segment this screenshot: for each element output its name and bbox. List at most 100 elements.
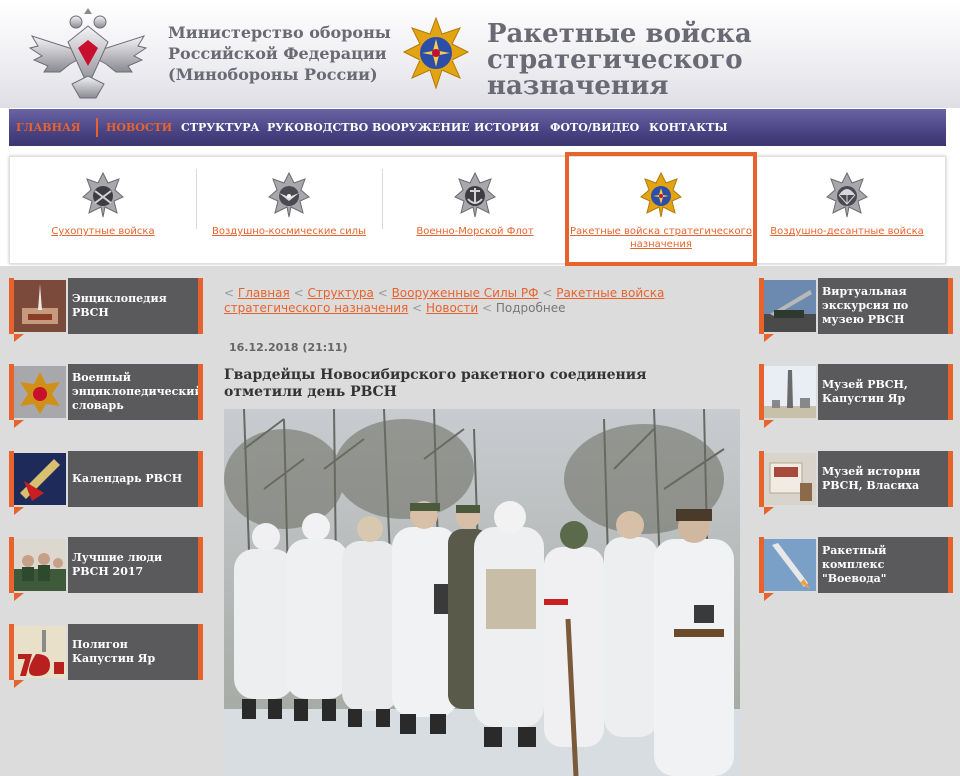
tile-voevoda[interactable]: Ракетный комплекс "Воевода": [759, 537, 953, 601]
site-header: Министерство обороны Российской Федераци…: [0, 0, 960, 108]
nav-item-leadership[interactable]: РУКОВОДСТВО: [267, 109, 368, 146]
branch-label[interactable]: Военно-Морской Флот: [382, 225, 568, 238]
airborne-forces-emblem-icon: [826, 171, 868, 218]
tile-accent: [948, 278, 953, 334]
breadcrumb-separator: <: [542, 286, 553, 300]
tile-tail: [14, 334, 24, 342]
tile-body: Полигон Капустин Яр: [68, 624, 203, 680]
nav-item-home[interactable]: ГЛАВНАЯ: [16, 109, 81, 146]
tile-accent: [198, 624, 203, 680]
breadcrumb-link-structure[interactable]: Структура: [307, 286, 373, 300]
encyclopedia-thumbnail: [14, 280, 66, 332]
tile-tail: [764, 420, 774, 428]
ground-forces-emblem-icon: [82, 171, 124, 218]
voevoda-missile-thumbnail: [764, 539, 816, 591]
tile-label: Виртуальная экскурсия по музею РВСН: [822, 285, 909, 326]
tile-label: Военный энциклопедический словарь: [72, 371, 203, 412]
breadcrumb-separator: <: [293, 286, 304, 300]
branch-title-line-3: назначения: [487, 71, 669, 101]
breadcrumb-separator: <: [482, 301, 493, 315]
nav-item-history[interactable]: ИСТОРИЯ: [474, 109, 539, 146]
tile-label: Музей РВСН, Капустин Яр: [822, 378, 908, 405]
virtual-tour-thumbnail: [764, 280, 816, 332]
branch-title-line-1: Ракетные войска: [487, 19, 752, 49]
breadcrumb-separator: <: [412, 301, 423, 315]
nav-item-photo-video[interactable]: ФОТО/ВИДЕО: [550, 109, 639, 146]
branch-rvsn[interactable]: Ракетные войска стратегического назначен…: [568, 157, 754, 263]
ministry-of-defence-eagle-icon[interactable]: [26, 6, 150, 102]
soldiers-in-winter-camouflage-photo: [224, 409, 740, 776]
tile-tail: [14, 593, 24, 601]
branch-airborne-forces[interactable]: Воздушно-десантные войска: [754, 157, 940, 263]
branch-title: Ракетные войска стратегического назначен…: [487, 21, 752, 99]
tile-label: Полигон Капустин Яр: [72, 638, 156, 665]
tile-label: Музей истории РВСН, Власиха: [822, 465, 921, 492]
nav-item-armament[interactable]: ВООРУЖЕНИЕ: [372, 109, 470, 146]
tile-tail: [764, 334, 774, 342]
tile-label: Лучшие люди РВСН 2017: [72, 551, 163, 578]
ministry-line-3: (Минобороны России): [168, 65, 378, 84]
branch-label[interactable]: Сухопутные войска: [10, 225, 196, 238]
tile-kapustin-yar[interactable]: Полигон Капустин Яр: [9, 624, 203, 688]
tile-accent: [198, 451, 203, 507]
navy-emblem-icon: [454, 171, 496, 218]
tile-museum-kapustin-yar[interactable]: Музей РВСН, Капустин Яр: [759, 364, 953, 428]
breadcrumb-link-home[interactable]: Главная: [238, 286, 290, 300]
breadcrumb-separator: <: [377, 286, 388, 300]
tile-accent: [198, 278, 203, 334]
tile-tail: [14, 507, 24, 515]
breadcrumb-current: Подробнее: [495, 301, 566, 315]
tile-accent: [198, 537, 203, 593]
branch-label[interactable]: Воздушно-космические силы: [196, 225, 382, 238]
kapustin-yar-70-thumbnail: [14, 626, 66, 678]
tile-accent: [948, 451, 953, 507]
tile-military-dictionary[interactable]: Военный энциклопедический словарь: [9, 364, 203, 428]
article-title: Гвардейцы Новосибирского ракетного соеди…: [224, 367, 647, 400]
tile-body: Лучшие люди РВСН 2017: [68, 537, 203, 593]
ministry-line-1: Министерство обороны: [168, 23, 391, 42]
tile-body: Ракетный комплекс "Воевода": [818, 537, 953, 593]
branch-aerospace-forces[interactable]: Воздушно-космические силы: [196, 157, 382, 263]
tile-body: Календарь РВСН: [68, 451, 203, 507]
tile-virtual-tour[interactable]: Виртуальная экскурсия по музею РВСН: [759, 278, 953, 342]
dictionary-thumbnail: [14, 366, 66, 418]
rvsn-emblem-icon[interactable]: [402, 16, 470, 90]
main-navigation: ГЛАВНАЯ НОВОСТИ СТРУКТУРА РУКОВОДСТВО ВО…: [9, 109, 946, 146]
breadcrumb-link-armed-forces[interactable]: Вооруженные Силы РФ: [392, 286, 539, 300]
branch-label[interactable]: Ракетные войска стратегического назначен…: [568, 225, 754, 251]
tile-label: Энциклопедия РВСН: [72, 292, 167, 319]
tile-body: Музей РВСН, Капустин Яр: [818, 364, 953, 420]
tile-label: Ракетный комплекс "Воевода": [822, 544, 887, 585]
ministry-title: Министерство обороны Российской Федераци…: [168, 22, 391, 85]
museum-vlasikha-thumbnail: [764, 453, 816, 505]
nav-item-news[interactable]: НОВОСТИ: [106, 109, 172, 146]
tile-tail: [764, 507, 774, 515]
branch-ground-forces[interactable]: Сухопутные войска: [10, 157, 196, 263]
branch-label[interactable]: Воздушно-десантные войска: [754, 225, 940, 238]
nav-separator: [96, 118, 98, 137]
tile-body: Энциклопедия РВСН: [68, 278, 203, 334]
tile-tail: [14, 680, 24, 688]
tile-body: Виртуальная экскурсия по музею РВСН: [818, 278, 953, 334]
tile-encyclopedia[interactable]: Энциклопедия РВСН: [9, 278, 203, 342]
branch-navy[interactable]: Военно-Морской Флот: [382, 157, 568, 263]
nav-item-structure[interactable]: СТРУКТУРА: [181, 109, 260, 146]
tile-museum-vlasikha[interactable]: Музей истории РВСН, Власиха: [759, 451, 953, 515]
breadcrumb-separator: <: [224, 286, 235, 300]
tile-tail: [14, 420, 24, 428]
tile-tail: [764, 593, 774, 601]
tile-accent: [948, 364, 953, 420]
armed-forces-branches: Сухопутные войска Воздушно-космические с…: [9, 156, 946, 264]
aerospace-forces-emblem-icon: [268, 171, 310, 218]
tile-label: Календарь РВСН: [72, 472, 183, 485]
tile-body: Военный энциклопедический словарь: [68, 364, 203, 420]
article-date: 16.12.2018 (21:11): [229, 341, 348, 354]
tile-calendar[interactable]: Календарь РВСН: [9, 451, 203, 515]
museum-kapustin-yar-thumbnail: [764, 366, 816, 418]
tile-best-people[interactable]: Лучшие люди РВСН 2017: [9, 537, 203, 601]
tile-accent: [198, 364, 203, 420]
ministry-line-2: Российской Федерации: [168, 44, 387, 63]
nav-item-contacts[interactable]: КОНТАКТЫ: [649, 109, 728, 146]
breadcrumb-link-news[interactable]: Новости: [426, 301, 478, 315]
best-people-thumbnail: [14, 539, 66, 591]
